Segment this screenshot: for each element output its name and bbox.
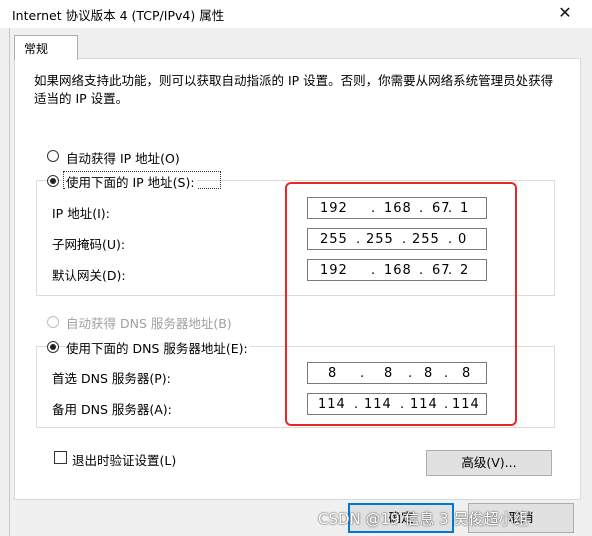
default-gateway-label: 默认网关(D): <box>52 268 126 283</box>
watermark-text: CSDN @19 信息 3 吴俊超小组 <box>318 510 529 528</box>
validate-on-exit-checkbox[interactable] <box>54 451 67 464</box>
description-text: 如果网络支持此功能，则可以获取自动指派的 IP 设置。否则，你需要从网络系统管理… <box>34 73 554 106</box>
manual-dns-radio[interactable] <box>47 341 59 353</box>
auto-dns-label[interactable]: 自动获得 DNS 服务器地址(B) <box>66 313 232 332</box>
subnet-mask-label: 子网掩码(U): <box>52 237 126 252</box>
title-bar: Internet 协议版本 4 (TCP/IPv4) 属性 ✕ <box>0 0 592 28</box>
manual-ip-radio[interactable] <box>47 175 59 187</box>
ip-address-label: IP 地址(I): <box>52 206 110 221</box>
tab-general-label: 常规 <box>24 42 49 56</box>
manual-ip-label[interactable]: 使用下面的 IP 地址(S): <box>66 172 197 191</box>
alternate-dns-label: 备用 DNS 服务器(A): <box>52 402 172 417</box>
advanced-button[interactable]: 高级(V)... <box>426 450 552 476</box>
auto-ip-radio[interactable] <box>47 150 59 162</box>
close-icon[interactable]: ✕ <box>548 2 582 24</box>
window-title: Internet 协议版本 4 (TCP/IPv4) 属性 <box>12 8 225 23</box>
annotation-highlight-rectangle <box>285 182 517 426</box>
manual-dns-label[interactable]: 使用下面的 DNS 服务器地址(E): <box>66 338 250 357</box>
auto-dns-radio[interactable] <box>47 316 59 328</box>
background-window-edge <box>0 28 10 536</box>
tab-general[interactable]: 常规 <box>14 35 78 60</box>
background-window-edge-right <box>583 28 592 536</box>
preferred-dns-label: 首选 DNS 服务器(P): <box>52 371 171 386</box>
auto-ip-label[interactable]: 自动获得 IP 地址(O) <box>66 148 180 167</box>
validate-on-exit-label[interactable]: 退出时验证设置(L) <box>72 450 176 469</box>
